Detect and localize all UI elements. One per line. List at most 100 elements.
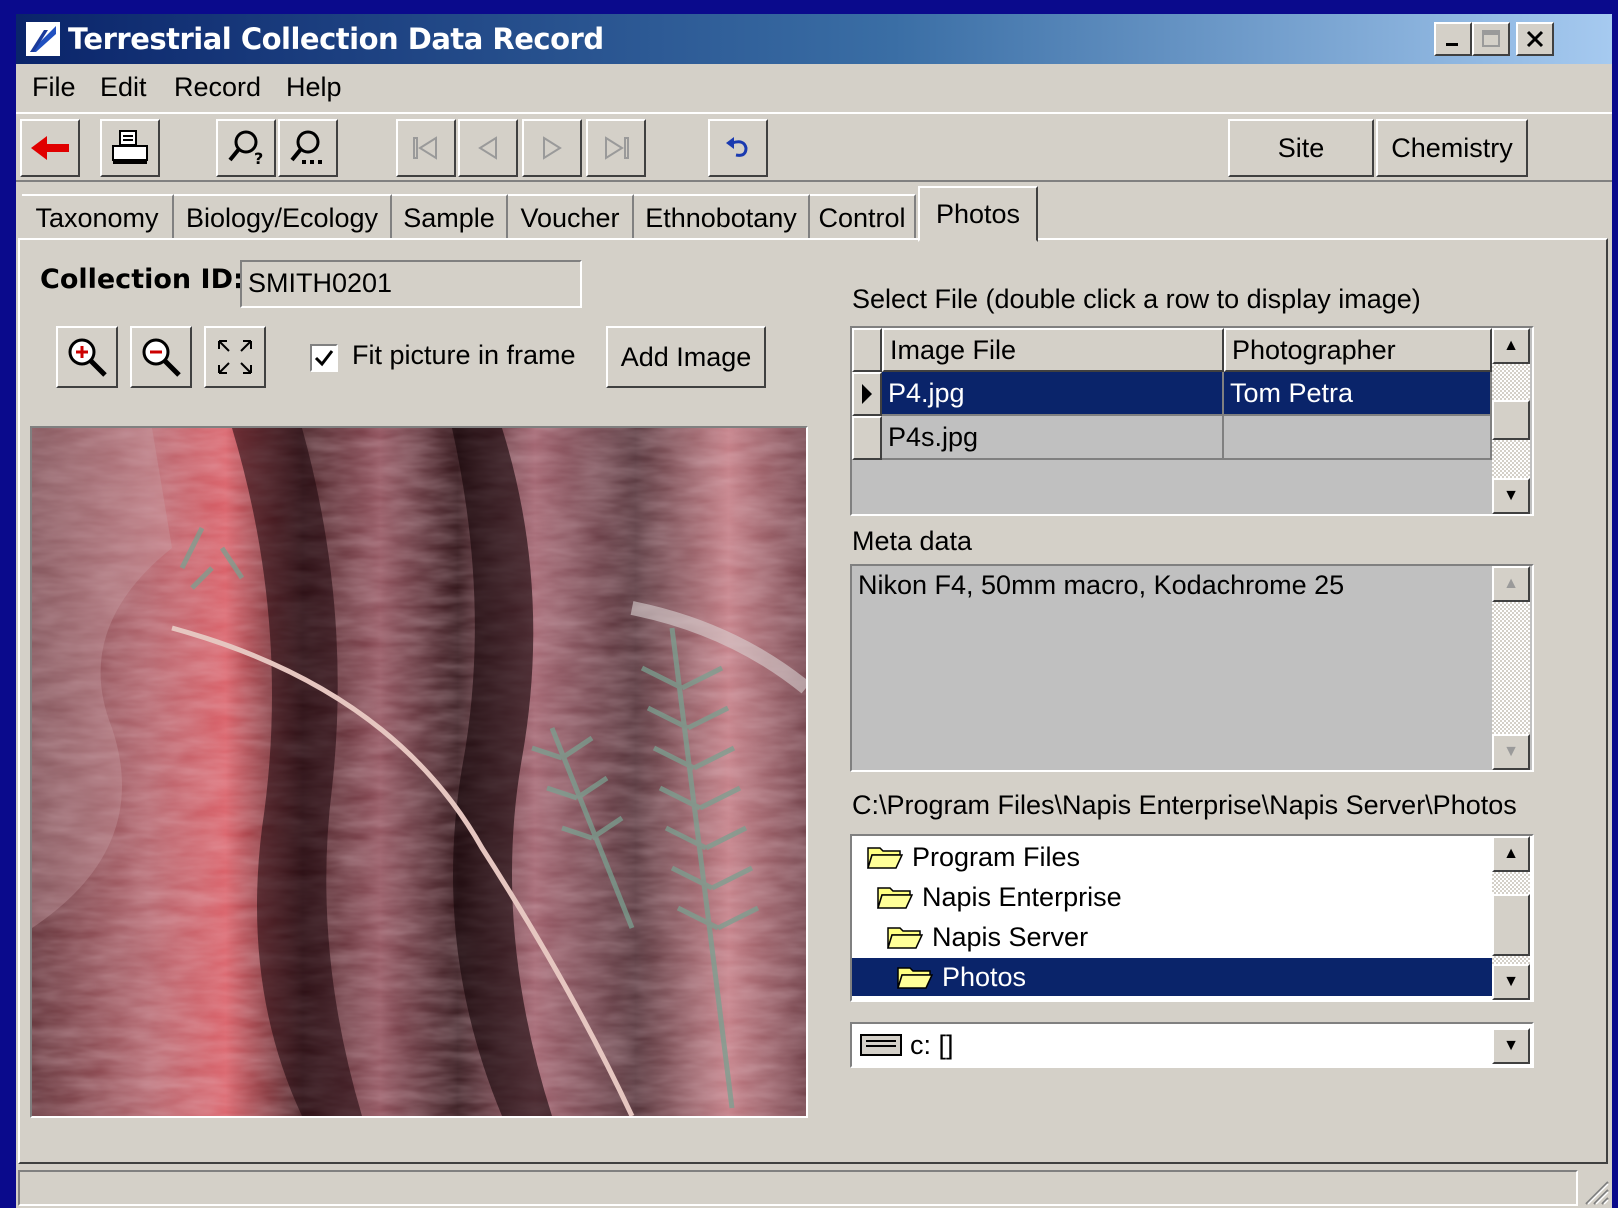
back-arrow-icon — [31, 136, 69, 160]
scroll-up-button[interactable]: ▲ — [1492, 836, 1530, 872]
image-file-grid[interactable]: Image File Photographer P4.jpg Tom Petra… — [850, 326, 1534, 516]
minimize-button[interactable] — [1434, 22, 1472, 56]
back-button[interactable] — [20, 119, 80, 177]
folder-label: Program Files — [912, 841, 1081, 872]
zoom-in-icon — [68, 338, 107, 377]
drive-select[interactable]: c: [] ▼ — [850, 1022, 1534, 1068]
maximize-button[interactable] — [1472, 22, 1510, 56]
scroll-down-button[interactable]: ▼ — [1492, 964, 1530, 1000]
first-record-icon — [413, 136, 437, 160]
print-icon — [112, 130, 148, 164]
grid-corner — [852, 328, 882, 372]
drive-value: c: [] — [910, 1030, 954, 1060]
folder-item-napis-enterprise[interactable]: Napis Enterprise — [876, 878, 1122, 916]
drive-dropdown-button[interactable]: ▼ — [1492, 1028, 1530, 1064]
tab-control[interactable]: Control — [810, 194, 916, 240]
meta-data-text: Nikon F4, 50mm macro, Kodachrome 25 — [858, 570, 1345, 600]
zoom-in-button[interactable] — [56, 326, 118, 388]
folder-item-napis-server[interactable]: Napis Server — [886, 918, 1088, 956]
resize-grip-icon[interactable] — [1580, 1176, 1610, 1206]
menu-bar: File Edit Record Help — [16, 64, 1612, 112]
photo-viewer[interactable] — [30, 426, 808, 1118]
scroll-up-button[interactable]: ▲ — [1492, 328, 1530, 364]
previous-record-button[interactable] — [458, 119, 518, 177]
open-folder-icon — [886, 927, 924, 949]
window-title: Terrestrial Collection Data Record — [68, 22, 604, 56]
folder-item-photos[interactable]: Photos — [852, 958, 1492, 996]
find-next-button[interactable] — [278, 119, 338, 177]
print-button[interactable] — [100, 119, 160, 177]
tab-voucher[interactable]: Voucher — [508, 194, 634, 240]
tab-strip: Taxonomy Biology/Ecology Sample Voucher … — [16, 184, 1612, 242]
next-record-icon — [543, 136, 562, 160]
folder-item-program-files[interactable]: Program Files — [866, 838, 1080, 876]
folder-label: Napis Enterprise — [922, 881, 1122, 912]
first-record-button[interactable] — [396, 119, 456, 177]
last-record-button[interactable] — [586, 119, 646, 177]
scroll-thumb[interactable] — [1492, 400, 1530, 440]
title-bar[interactable]: Terrestrial Collection Data Record — [16, 14, 1612, 64]
current-row-icon — [862, 384, 872, 404]
column-header-photographer[interactable]: Photographer — [1224, 328, 1492, 372]
previous-record-icon — [478, 136, 497, 160]
folder-scrollbar[interactable]: ▲ ▼ — [1492, 836, 1530, 1000]
collection-id-label: Collection ID: — [40, 264, 244, 295]
tab-taxonomy[interactable]: Taxonomy — [22, 194, 174, 240]
menu-file[interactable]: File — [32, 72, 76, 103]
row-selector[interactable] — [852, 416, 882, 460]
column-header-image-file[interactable]: Image File — [882, 328, 1224, 372]
select-file-caption: Select File (double click a row to displ… — [852, 284, 1421, 314]
svg-text:?: ? — [254, 149, 263, 168]
meta-data-textarea[interactable]: Nikon F4, 50mm macro, Kodachrome 25 ▲ ▼ — [850, 564, 1534, 772]
expand-icon — [218, 340, 252, 374]
menu-help[interactable]: Help — [286, 72, 342, 103]
status-panel — [18, 1170, 1578, 1206]
app-icon — [26, 22, 60, 56]
menu-edit[interactable]: Edit — [100, 72, 147, 103]
toolbar: ? Site Chemistry — [16, 112, 1612, 182]
drive-icon — [860, 1034, 902, 1056]
row-selector-current[interactable] — [852, 372, 882, 416]
bark-photo-image — [32, 428, 806, 1116]
scroll-down-button[interactable]: ▼ — [1492, 478, 1530, 514]
open-folder-icon — [896, 967, 934, 989]
checkmark-icon — [314, 350, 334, 367]
scroll-up-button[interactable]: ▲ — [1492, 566, 1530, 602]
undo-button[interactable] — [708, 119, 768, 177]
site-button[interactable]: Site — [1228, 119, 1374, 177]
fit-picture-label[interactable]: Fit picture in frame — [352, 340, 576, 371]
find-button[interactable]: ? — [216, 119, 276, 177]
chemistry-button[interactable]: Chemistry — [1376, 119, 1528, 177]
grid-scrollbar[interactable]: ▲ ▼ — [1492, 328, 1530, 514]
open-folder-icon — [866, 847, 904, 869]
menu-record[interactable]: Record — [174, 72, 261, 103]
application-window: Terrestrial Collection Data Record File … — [16, 14, 1612, 1208]
last-record-icon — [605, 136, 629, 160]
tab-sample[interactable]: Sample — [392, 194, 508, 240]
close-button[interactable] — [1516, 22, 1554, 56]
scroll-thumb[interactable] — [1492, 894, 1530, 956]
meta-data-scrollbar[interactable]: ▲ ▼ — [1492, 566, 1530, 770]
folder-list[interactable]: Program Files Napis Enterprise Napis Ser… — [850, 834, 1534, 1002]
status-bar — [16, 1162, 1612, 1208]
scroll-down-button[interactable]: ▼ — [1492, 734, 1530, 770]
undo-icon — [726, 137, 748, 157]
folder-label: Napis Server — [932, 921, 1089, 952]
collection-id-field[interactable]: SMITH0201 — [240, 260, 582, 308]
tab-ethnobotany[interactable]: Ethnobotany — [634, 194, 810, 240]
tab-biology-ecology[interactable]: Biology/Ecology — [174, 194, 392, 240]
table-row-cell-file[interactable]: P4s.jpg — [882, 416, 1224, 460]
table-row-cell-photographer[interactable] — [1224, 416, 1492, 460]
next-record-button[interactable] — [522, 119, 582, 177]
folder-path-label: C:\Program Files\Napis Enterprise\Napis … — [852, 790, 1517, 820]
tab-photos[interactable]: Photos — [918, 186, 1038, 242]
fit-to-frame-button[interactable] — [204, 326, 266, 388]
meta-data-label: Meta data — [852, 526, 973, 556]
table-row-cell-photographer[interactable]: Tom Petra — [1224, 372, 1492, 416]
zoom-out-button[interactable] — [130, 326, 192, 388]
fit-picture-checkbox[interactable] — [310, 344, 338, 372]
table-row-cell-file[interactable]: P4.jpg — [882, 372, 1224, 416]
zoom-out-icon — [142, 338, 181, 377]
find-icon: ? — [228, 130, 263, 168]
add-image-button[interactable]: Add Image — [606, 326, 766, 388]
